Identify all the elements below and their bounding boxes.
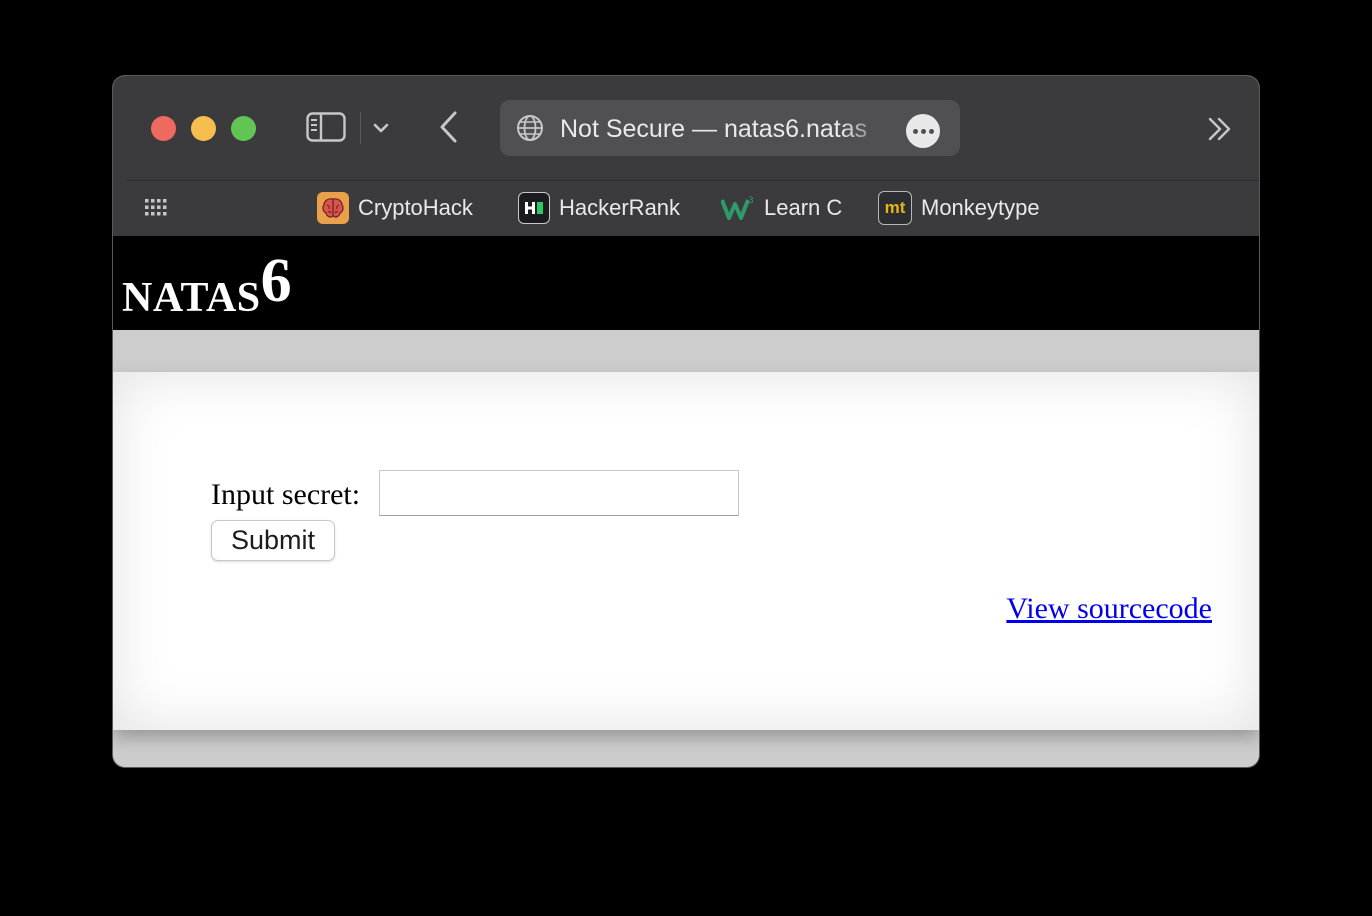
close-window-button[interactable] bbox=[151, 116, 176, 141]
secret-label: Input secret: bbox=[211, 478, 361, 511]
page-title-number: 6 bbox=[260, 247, 293, 315]
browser-window: Not Secure — natas6.natas CryptoHack Hac… bbox=[113, 76, 1259, 767]
bookmark-cryptohack[interactable]: CryptoHack bbox=[317, 190, 473, 226]
bookmark-hackerrank[interactable]: HackerRank bbox=[518, 190, 680, 226]
bookmark-monkeytype[interactable]: mt Monkeytype bbox=[878, 190, 1040, 226]
toolbar-divider bbox=[127, 180, 1259, 181]
chevron-down-icon[interactable] bbox=[369, 116, 393, 140]
w3-logo-icon: 3 bbox=[721, 192, 755, 224]
browser-toolbar: Not Secure — natas6.natas CryptoHack Hac… bbox=[113, 76, 1259, 236]
address-text[interactable]: Not Secure — natas6.natas bbox=[560, 114, 890, 144]
bookmark-label: HackerRank bbox=[559, 195, 681, 220]
submit-button[interactable]: Submit bbox=[211, 520, 335, 561]
more-options-icon[interactable] bbox=[906, 114, 940, 148]
content-panel: Input secret: Submit View sourcecode bbox=[113, 372, 1259, 730]
bookmark-label: CryptoHack bbox=[358, 195, 473, 220]
page-header: NATAS6 bbox=[113, 236, 1259, 330]
secret-input[interactable] bbox=[379, 470, 739, 516]
bookmark-label: Monkeytype bbox=[921, 195, 1040, 220]
grid-icon[interactable] bbox=[143, 196, 173, 220]
address-bar[interactable]: Not Secure — natas6.natas bbox=[500, 100, 960, 156]
toolbar-separator bbox=[360, 112, 361, 144]
bookmark-learn-c[interactable]: 3 Learn C bbox=[721, 190, 842, 226]
monkeytype-logo-icon: mt bbox=[878, 191, 912, 225]
sidebar-toggle-icon[interactable] bbox=[306, 112, 346, 142]
double-chevron-right-icon[interactable] bbox=[1203, 112, 1237, 146]
globe-icon bbox=[516, 114, 544, 142]
minimize-window-button[interactable] bbox=[191, 116, 216, 141]
page-title: NATAS6 bbox=[122, 247, 293, 321]
bookmark-label: Learn C bbox=[764, 195, 843, 220]
back-arrow-icon[interactable] bbox=[433, 110, 465, 144]
brain-icon bbox=[317, 192, 349, 224]
hackerrank-logo-icon bbox=[518, 192, 550, 224]
svg-text:3: 3 bbox=[748, 196, 754, 206]
view-sourcecode-link[interactable]: View sourcecode bbox=[1006, 592, 1212, 626]
zoom-window-button[interactable] bbox=[231, 116, 256, 141]
